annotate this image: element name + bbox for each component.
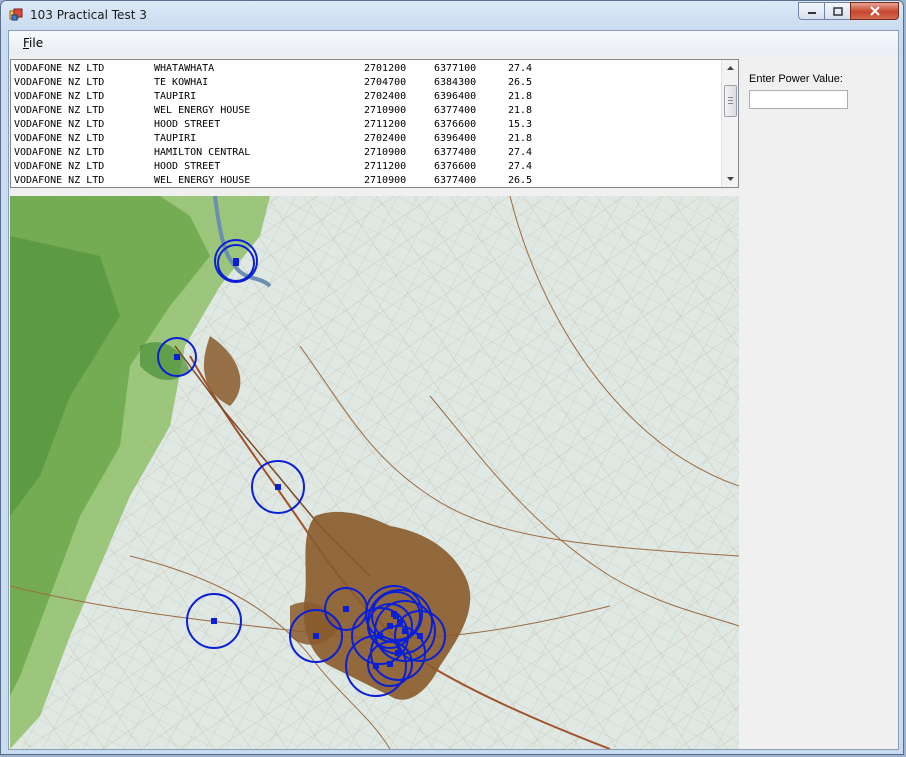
scroll-thumb[interactable]	[724, 84, 737, 117]
tower-site-cell: WEL ENERGY HOUSE	[154, 105, 251, 116]
tower-site-cell: HOOD STREET	[154, 161, 221, 172]
tower-northing-cell: 6377400	[434, 147, 477, 158]
tower-site-cell: TAUPIRI	[154, 91, 197, 102]
scroll-down-button[interactable]	[722, 171, 738, 187]
tower-site-cell: WEL ENERGY HOUSE	[154, 175, 251, 186]
terrain-map[interactable]	[10, 196, 739, 749]
tower-list-row[interactable]: VODAFONE NZ LTD WEL ENERGY HOUSE 2710900 63…	[14, 104, 724, 118]
tower-power-cell: 26.5	[508, 77, 533, 88]
tower-northing-cell: 6396400	[434, 133, 477, 144]
close-icon	[869, 6, 880, 16]
tower-power-cell: 27.4	[508, 63, 533, 74]
tower-easting-cell: 2701200	[364, 63, 407, 74]
tower-dot	[387, 661, 393, 667]
tower-list-row[interactable]: VODAFONE NZ LTD HOOD STREET 2711200 6376600…	[14, 160, 724, 174]
scroll-up-button[interactable]	[722, 60, 738, 76]
tower-northing-cell: 6396400	[434, 91, 477, 102]
tower-site-cell: HAMILTON CENTRAL	[154, 147, 251, 158]
power-label: Enter Power Value:	[749, 73, 843, 85]
tower-dot	[313, 633, 319, 639]
tower-list-row[interactable]: VODAFONE NZ LTD HAMILTON CENTRAL 2710900 63…	[14, 146, 724, 160]
power-value-input[interactable]	[749, 90, 848, 109]
app-icon	[9, 8, 23, 21]
tower-power-cell: 27.4	[508, 161, 533, 172]
tower-dot	[211, 618, 217, 624]
tower-easting-cell: 2710900	[364, 175, 407, 186]
tower-owner-cell: VODAFONE NZ LTD	[14, 63, 105, 74]
tower-listbox[interactable]: VODAFONE NZ LTD WHATAWHATA 2701200 6377100 2…	[10, 59, 739, 188]
tower-power-cell: 21.8	[508, 133, 533, 144]
tower-site-cell: HOOD STREET	[154, 119, 221, 130]
menu-file-rest: ile	[29, 36, 44, 50]
tower-northing-cell: 6377400	[434, 175, 477, 186]
tower-northing-cell: 6377400	[434, 105, 477, 116]
tower-power-cell: 27.4	[508, 147, 533, 158]
tower-power-cell: 26.5	[508, 175, 533, 186]
tower-list-row[interactable]: VODAFONE NZ LTD WHATAWHATA 2701200 6377100 2…	[14, 62, 724, 76]
tower-power-cell: 21.8	[508, 105, 533, 116]
app-window: 103 Practical Test 3 File VODAFONE NZ LT…	[0, 0, 904, 755]
client-area: File VODAFONE NZ LTD WHATAWHATA 2701200 637…	[8, 30, 899, 750]
tower-list-row[interactable]: VODAFONE NZ LTD HOOD STREET 2711200 6376600…	[14, 118, 724, 132]
tower-owner-cell: VODAFONE NZ LTD	[14, 147, 105, 158]
tower-site-cell: WHATAWHATA	[154, 63, 215, 74]
tower-easting-cell: 2711200	[364, 119, 407, 130]
tower-owner-cell: VODAFONE NZ LTD	[14, 133, 105, 144]
tower-list-row[interactable]: VODAFONE NZ LTD TAUPIRI 2702400 6396400 21.8	[14, 90, 724, 104]
tower-dot	[275, 484, 281, 490]
tower-dot	[233, 258, 239, 264]
vertical-scrollbar[interactable]	[721, 60, 738, 187]
tower-owner-cell: VODAFONE NZ LTD	[14, 119, 105, 130]
maximize-button[interactable]	[824, 2, 851, 20]
tower-easting-cell: 2710900	[364, 105, 407, 116]
tower-easting-cell: 2711200	[364, 161, 407, 172]
tower-northing-cell: 6384300	[434, 77, 477, 88]
tower-owner-cell: VODAFONE NZ LTD	[14, 175, 105, 186]
menu-file[interactable]: File	[23, 36, 43, 50]
window-title: 103 Practical Test 3	[30, 8, 147, 22]
tower-site-cell: TAUPIRI	[154, 133, 197, 144]
tower-easting-cell: 2710900	[364, 147, 407, 158]
tower-dot	[395, 650, 401, 656]
close-button[interactable]	[850, 2, 899, 20]
tower-easting-cell: 2702400	[364, 133, 407, 144]
tower-northing-cell: 6377100	[434, 63, 477, 74]
title-bar[interactable]: 103 Practical Test 3	[1, 1, 903, 29]
minimize-button[interactable]	[798, 2, 825, 20]
tower-owner-cell: VODAFONE NZ LTD	[14, 91, 105, 102]
chevron-up-icon	[726, 65, 734, 70]
tower-dot	[343, 606, 349, 612]
tower-northing-cell: 6376600	[434, 161, 477, 172]
tower-list: VODAFONE NZ LTD WHATAWHATA 2701200 6377100 2…	[14, 62, 724, 187]
tower-easting-cell: 2702400	[364, 91, 407, 102]
tower-dot	[373, 663, 379, 669]
menu-bar: File	[9, 31, 898, 55]
tower-power-cell: 15.3	[508, 119, 533, 130]
tower-list-row[interactable]: VODAFONE NZ LTD TAUPIRI 2702400 6396400 21.8	[14, 132, 724, 146]
minimize-icon	[807, 12, 816, 14]
tower-owner-cell: VODAFONE NZ LTD	[14, 105, 105, 116]
tower-owner-cell: VODAFONE NZ LTD	[14, 77, 105, 88]
tower-power-cell: 21.8	[508, 91, 533, 102]
tower-dot	[174, 354, 180, 360]
tower-easting-cell: 2704700	[364, 77, 407, 88]
maximize-icon	[832, 6, 843, 16]
tower-owner-cell: VODAFONE NZ LTD	[14, 161, 105, 172]
tower-list-row[interactable]: VODAFONE NZ LTD WEL ENERGY HOUSE 2710900 63…	[14, 174, 724, 187]
tower-site-cell: TE KOWHAI	[154, 77, 209, 88]
chevron-down-icon	[726, 176, 734, 181]
tower-northing-cell: 6376600	[434, 119, 477, 130]
tower-list-row[interactable]: VODAFONE NZ LTD TE KOWHAI 2704700 6384300 26…	[14, 76, 724, 90]
